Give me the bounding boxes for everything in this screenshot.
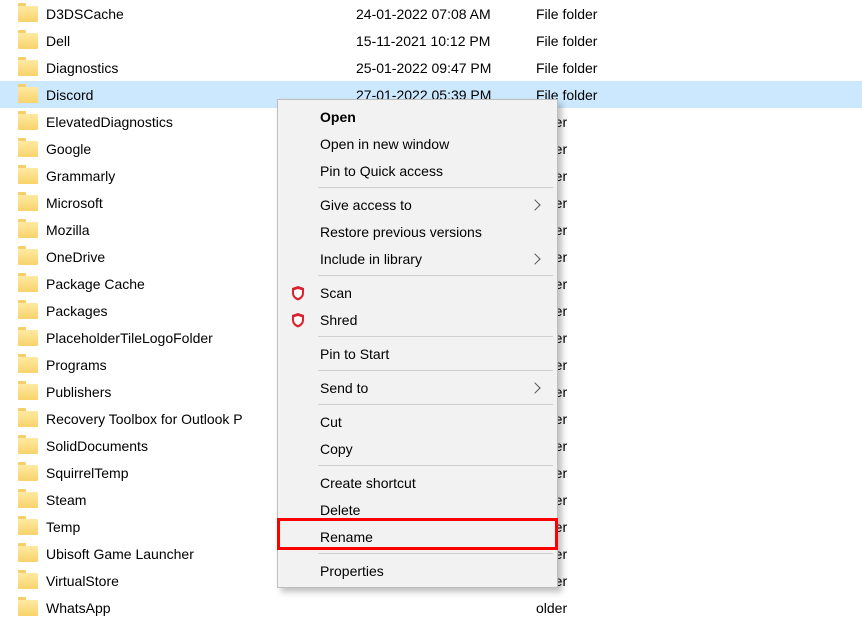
folder-icon <box>18 276 38 292</box>
folder-icon <box>18 87 38 103</box>
file-type: older <box>536 600 656 616</box>
folder-icon <box>18 60 38 76</box>
file-date: 25-01-2022 09:47 PM <box>356 60 536 76</box>
file-date: 15-11-2021 10:12 PM <box>356 33 536 49</box>
file-type: File folder <box>536 33 656 49</box>
folder-icon <box>18 384 38 400</box>
menu-open[interactable]: Open <box>280 103 555 130</box>
menu-copy[interactable]: Copy <box>280 435 555 462</box>
menu-separator <box>318 275 553 276</box>
menu-delete[interactable]: Delete <box>280 496 555 523</box>
menu-rename[interactable]: Rename <box>280 523 555 550</box>
menu-scan[interactable]: Scan <box>280 279 555 306</box>
folder-icon <box>18 357 38 373</box>
menu-separator <box>318 465 553 466</box>
folder-icon <box>18 330 38 346</box>
menu-cut[interactable]: Cut <box>280 408 555 435</box>
menu-pin-to-start[interactable]: Pin to Start <box>280 340 555 367</box>
folder-icon <box>18 438 38 454</box>
folder-icon <box>18 168 38 184</box>
context-menu: Open Open in new window Pin to Quick acc… <box>277 99 558 588</box>
menu-separator <box>318 187 553 188</box>
menu-restore-previous[interactable]: Restore previous versions <box>280 218 555 245</box>
menu-include-in-library[interactable]: Include in library <box>280 245 555 272</box>
submenu-arrow-icon <box>529 382 540 393</box>
shield-icon <box>290 285 306 301</box>
file-row[interactable]: WhatsApp older <box>0 594 862 621</box>
menu-create-shortcut[interactable]: Create shortcut <box>280 469 555 496</box>
folder-icon <box>18 600 38 616</box>
menu-pin-quick-access[interactable]: Pin to Quick access <box>280 157 555 184</box>
folder-icon <box>18 573 38 589</box>
menu-label: Give access to <box>320 197 412 213</box>
folder-icon <box>18 114 38 130</box>
menu-label: Shred <box>320 312 357 328</box>
submenu-arrow-icon <box>529 253 540 264</box>
folder-icon <box>18 519 38 535</box>
menu-separator <box>318 370 553 371</box>
folder-icon <box>18 249 38 265</box>
menu-send-to[interactable]: Send to <box>280 374 555 401</box>
folder-icon <box>18 303 38 319</box>
file-type: File folder <box>536 60 656 76</box>
folder-icon <box>18 492 38 508</box>
menu-shred[interactable]: Shred <box>280 306 555 333</box>
menu-open-new-window[interactable]: Open in new window <box>280 130 555 157</box>
file-row[interactable]: Diagnostics25-01-2022 09:47 PMFile folde… <box>0 54 862 81</box>
folder-icon <box>18 195 38 211</box>
menu-separator <box>318 553 553 554</box>
file-name: D3DSCache <box>46 6 356 22</box>
menu-separator <box>318 404 553 405</box>
menu-properties[interactable]: Properties <box>280 557 555 584</box>
file-name: WhatsApp <box>46 600 356 616</box>
file-row[interactable]: D3DSCache24-01-2022 07:08 AMFile folder <box>0 0 862 27</box>
folder-icon <box>18 6 38 22</box>
shield-icon <box>290 312 306 328</box>
menu-label: Send to <box>320 380 368 396</box>
file-type: File folder <box>536 6 656 22</box>
file-name: Dell <box>46 33 356 49</box>
folder-icon <box>18 546 38 562</box>
file-row[interactable]: Dell15-11-2021 10:12 PMFile folder <box>0 27 862 54</box>
menu-label: Include in library <box>320 251 422 267</box>
file-name: Diagnostics <box>46 60 356 76</box>
file-date: 24-01-2022 07:08 AM <box>356 6 536 22</box>
menu-separator <box>318 336 553 337</box>
folder-icon <box>18 222 38 238</box>
folder-icon <box>18 465 38 481</box>
menu-label: Scan <box>320 285 352 301</box>
folder-icon <box>18 411 38 427</box>
folder-icon <box>18 33 38 49</box>
menu-give-access-to[interactable]: Give access to <box>280 191 555 218</box>
submenu-arrow-icon <box>529 199 540 210</box>
folder-icon <box>18 141 38 157</box>
